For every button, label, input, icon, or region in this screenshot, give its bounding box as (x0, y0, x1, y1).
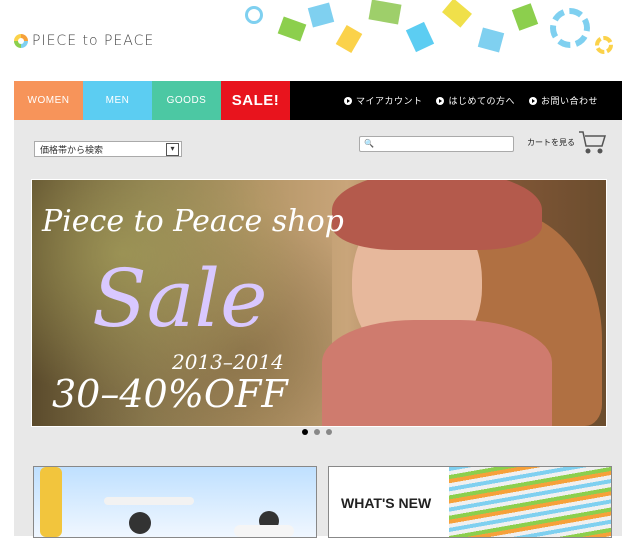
cart-icon (579, 131, 607, 154)
nav-men[interactable]: MEN (83, 81, 152, 120)
nav-sale[interactable]: SALE! (221, 81, 290, 120)
promo-figure (129, 512, 151, 534)
promo-banner-yoga[interactable] (33, 466, 317, 538)
nav-first-time[interactable]: はじめての方へ (436, 94, 515, 107)
nav-first-time-label: はじめての方へ (448, 96, 515, 106)
view-cart-button[interactable]: カートを見る (527, 128, 607, 156)
nav-contact-label: お問い合わせ (540, 96, 598, 106)
promo-banner-whats-new[interactable]: WHAT'S NEW (328, 466, 612, 538)
price-range-select-value: 価格帯から検索 (40, 144, 104, 155)
hero-banner[interactable]: Piece to Peace shop Sale 2013–2014 30–40… (31, 179, 607, 427)
view-cart-label: カートを見る (527, 137, 575, 147)
header-decorative-pattern (240, 0, 625, 62)
hero-model-scarf (322, 320, 552, 426)
nav-my-account-label: マイアカウント (355, 96, 423, 106)
chevron-down-icon: ▾ (166, 143, 179, 156)
nav-women[interactable]: WOMEN (14, 81, 83, 120)
arrow-circle-icon (436, 96, 445, 105)
site-header: PIECE to PEACE (0, 0, 640, 70)
promo-figure (104, 497, 194, 505)
search-icon: 🔍 (364, 139, 374, 148)
arrow-circle-icon (343, 96, 352, 105)
price-range-select[interactable]: 価格帯から検索 ▾ (34, 141, 182, 157)
arrow-circle-icon (528, 96, 537, 105)
main-nav: WOMEN MEN GOODS SALE! マイアカウント はじめての方へ お問… (14, 81, 622, 120)
nav-contact[interactable]: お問い合わせ (528, 94, 598, 107)
nav-goods[interactable]: GOODS (152, 81, 221, 120)
nav-my-account[interactable]: マイアカウント (343, 94, 423, 107)
main-content: 価格帯から検索 ▾ 🔍 カートを見る Piece to Peace shop S… (14, 120, 622, 538)
promo-figure (40, 467, 62, 537)
logo[interactable]: PIECE to PEACE (14, 33, 154, 49)
logo-mark-icon (14, 34, 28, 48)
hero-title: Piece to Peace shop (42, 204, 344, 239)
search-input[interactable]: 🔍 (359, 136, 514, 152)
whats-new-label: WHAT'S NEW (341, 495, 432, 511)
nav-utility: マイアカウント はじめての方へ お問い合わせ (290, 81, 622, 120)
hero-sale-text: Sale (92, 252, 268, 345)
carousel-dot[interactable] (302, 429, 308, 435)
carousel-dot[interactable] (314, 429, 320, 435)
promo-figure (234, 525, 294, 537)
promo-striped-shirt (449, 467, 611, 537)
carousel-dot[interactable] (326, 429, 332, 435)
carousel-dots (302, 429, 332, 435)
hero-model-hat (332, 180, 542, 250)
hero-discount: 30–40%OFF (52, 372, 288, 416)
hero-season: 2013–2014 (172, 350, 284, 374)
logo-text: PIECE to PEACE (32, 33, 155, 49)
